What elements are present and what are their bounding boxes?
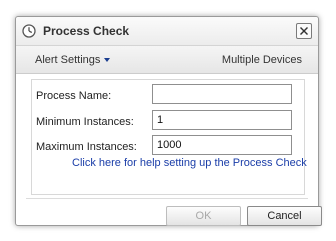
clock-icon: [22, 24, 36, 38]
minimum-instances-label: Minimum Instances:: [36, 116, 134, 128]
maximum-instances-label: Maximum Instances:: [36, 141, 137, 153]
help-link[interactable]: Click here for help setting up the Proce…: [72, 157, 307, 169]
dialog-title: Process Check: [43, 24, 130, 38]
minimum-instances-input[interactable]: [152, 110, 292, 130]
dialog-titlebar: Process Check: [16, 17, 318, 46]
process-check-dialog: Process Check Alert Settings Multiple De…: [15, 16, 322, 226]
cancel-button[interactable]: Cancel: [247, 206, 322, 226]
close-button[interactable]: [296, 23, 312, 39]
ok-button[interactable]: OK: [166, 206, 241, 226]
footer-divider: [26, 198, 308, 199]
dialog-toolbar: Alert Settings Multiple Devices: [16, 46, 318, 74]
alert-settings-menu[interactable]: Alert Settings: [35, 54, 111, 66]
chevron-down-icon: [104, 58, 111, 63]
multiple-devices-link[interactable]: Multiple Devices: [222, 54, 302, 66]
close-icon: [300, 27, 308, 35]
process-name-input[interactable]: [152, 84, 292, 104]
alert-settings-label: Alert Settings: [35, 54, 101, 66]
maximum-instances-input[interactable]: [152, 135, 292, 155]
process-name-label: Process Name:: [36, 90, 112, 102]
